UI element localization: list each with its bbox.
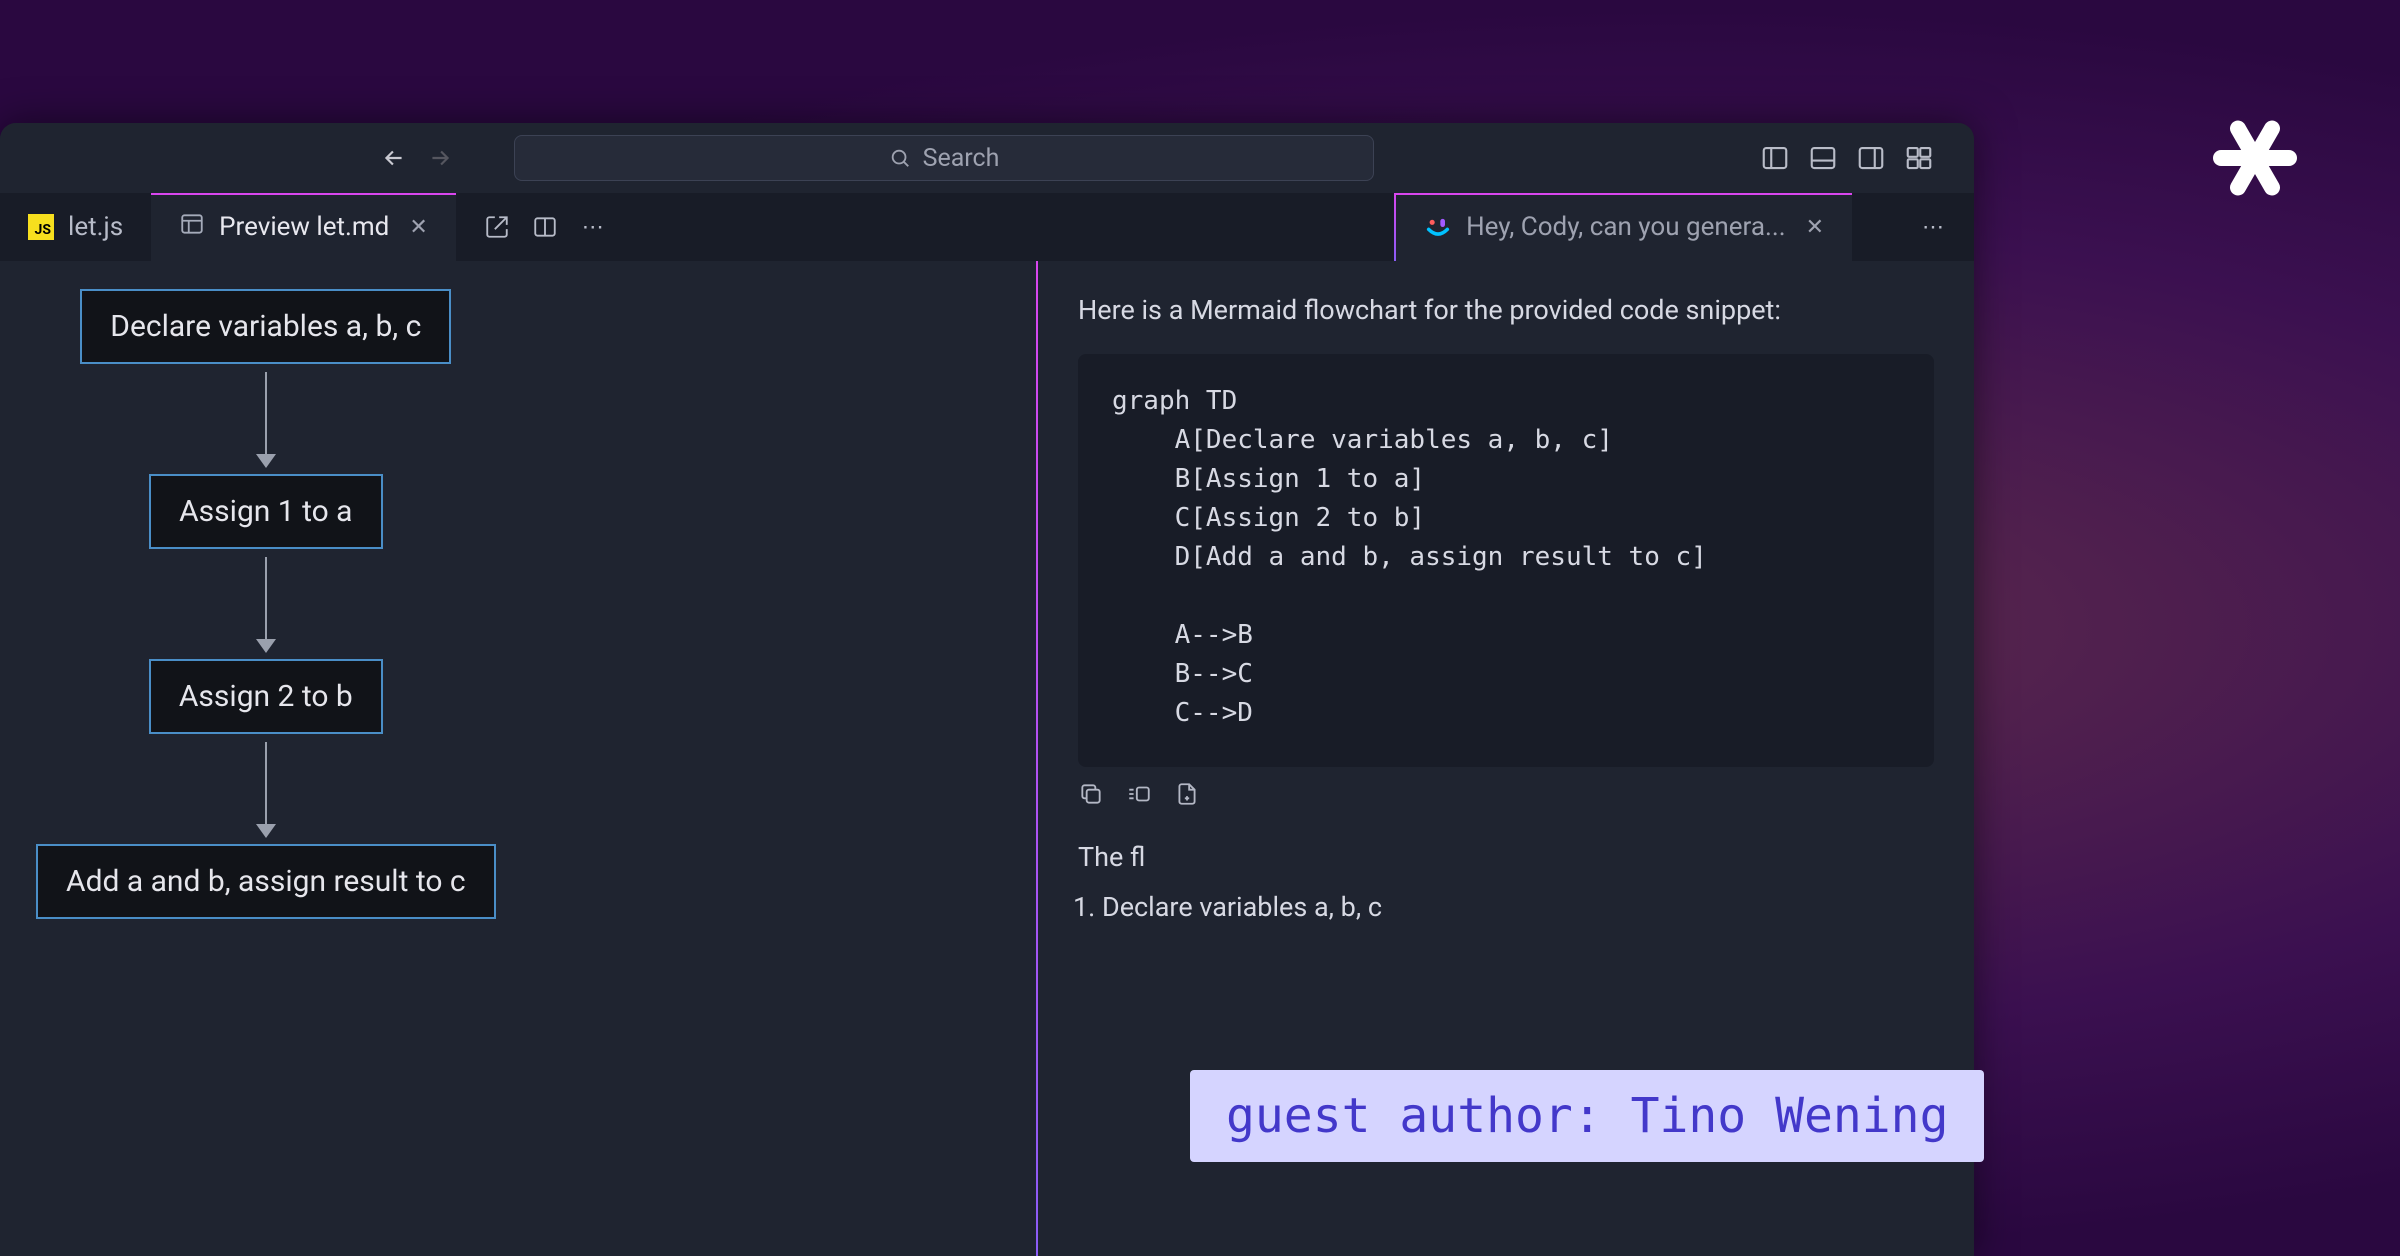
layout-grid-icon[interactable] <box>1904 143 1934 173</box>
flow-node: Declare variables a, b, c <box>80 289 451 364</box>
search-input[interactable]: Search <box>514 135 1374 181</box>
copy-icon[interactable] <box>1078 781 1104 807</box>
insert-icon[interactable] <box>1126 781 1152 807</box>
cody-icon <box>1424 213 1452 241</box>
more-actions-icon[interactable]: ⋯ <box>580 214 606 240</box>
preview-icon <box>179 211 205 244</box>
open-preview-icon[interactable] <box>484 214 510 240</box>
flowchart: Declare variables a, b, c Assign 1 to a … <box>36 289 496 919</box>
guest-author-badge: guest author: Tino Wening <box>1190 1070 1984 1162</box>
search-placeholder: Search <box>923 144 1000 173</box>
tab-label: Hey, Cody, can you genera... <box>1466 212 1785 242</box>
code-actions <box>1038 767 1974 821</box>
tab-preview-letmd[interactable]: Preview let.md ✕ <box>151 193 456 261</box>
chat-intro-text: Here is a Mermaid flowchart for the prov… <box>1078 291 1934 330</box>
close-icon[interactable]: ✕ <box>1806 215 1824 240</box>
more-actions-icon[interactable]: ⋯ <box>1920 214 1946 240</box>
title-bar: Search <box>0 123 1974 193</box>
list-item: Declare variables a, b, c <box>1102 891 1934 923</box>
flow-node: Add a and b, assign result to c <box>36 844 496 919</box>
tab-label: let.js <box>68 212 123 242</box>
nav-back-button[interactable] <box>380 144 408 172</box>
arrow-down-icon <box>265 557 267 651</box>
search-icon <box>889 147 911 169</box>
layout-bottom-icon[interactable] <box>1808 143 1838 173</box>
tab-actions: ⋯ <box>456 193 634 261</box>
arrow-down-icon <box>265 372 267 466</box>
split-editor-icon[interactable] <box>532 214 558 240</box>
tab-bar: JS let.js Preview let.md ✕ ⋯ <box>0 193 1974 261</box>
tab-label: Preview let.md <box>219 212 389 242</box>
chat-ordered-list: Declare variables a, b, c <box>1038 873 1974 923</box>
javascript-icon: JS <box>28 214 54 240</box>
tab-actions-right: ⋯ <box>1892 193 1974 261</box>
layout-right-icon[interactable] <box>1856 143 1886 173</box>
chat-follow-text: The fl <box>1038 821 1974 873</box>
new-file-icon[interactable] <box>1174 781 1200 807</box>
flow-node: Assign 1 to a <box>149 474 382 549</box>
close-icon[interactable]: ✕ <box>409 215 427 240</box>
tab-cody-chat[interactable]: Hey, Cody, can you genera... ✕ <box>1396 193 1852 261</box>
layout-left-icon[interactable] <box>1760 143 1790 173</box>
preview-pane: Declare variables a, b, c Assign 1 to a … <box>0 261 1036 1256</box>
flow-node: Assign 2 to b <box>149 659 383 734</box>
code-block: graph TD A[Declare variables a, b, c] B[… <box>1078 354 1934 767</box>
nav-forward-button[interactable] <box>426 144 454 172</box>
arrow-down-icon <box>265 742 267 836</box>
tab-letjs[interactable]: JS let.js <box>0 193 151 261</box>
brand-logo-icon <box>2205 108 2305 208</box>
